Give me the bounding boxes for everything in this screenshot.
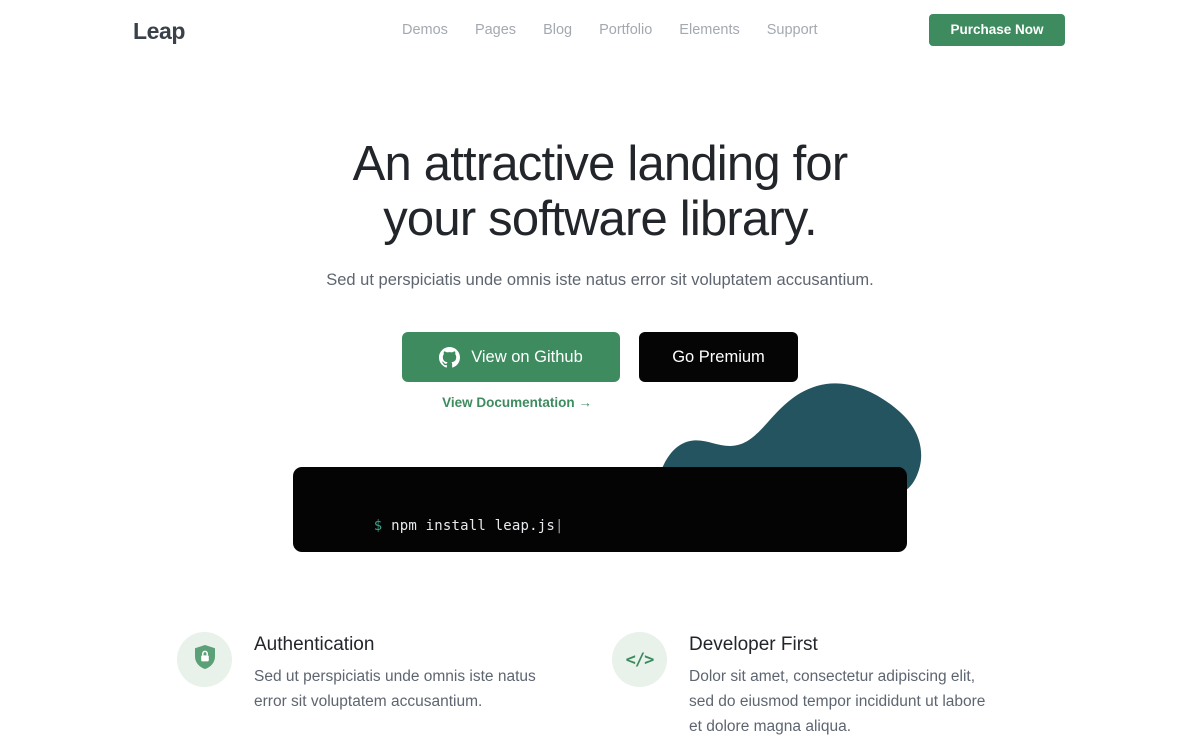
nav-item-pages[interactable]: Pages — [475, 21, 516, 39]
feature-title: Developer First — [689, 634, 818, 655]
feature-icon-circle: </> — [612, 632, 667, 687]
nav-item-portfolio[interactable]: Portfolio — [599, 21, 652, 39]
nav-item-elements[interactable]: Elements — [679, 21, 739, 39]
headline-line-1: An attractive landing for — [352, 137, 849, 191]
code-brackets-icon: </> — [625, 649, 655, 670]
terminal-code-block: $ npm install leap.js| — [293, 467, 907, 552]
terminal-command-text: npm install leap.js — [391, 518, 556, 534]
main-navigation: Demos Pages Blog Portfolio Elements Supp… — [402, 21, 818, 39]
cta-button-row: View on Github Go Premium — [0, 332, 1200, 382]
landing-page: Leap Demos Pages Blog Portfolio Elements… — [0, 0, 1200, 750]
shield-lock-icon — [193, 644, 217, 675]
site-logo[interactable]: Leap — [133, 17, 185, 45]
hero-subtitle: Sed ut perspiciatis unde omnis iste natu… — [326, 271, 874, 289]
terminal-cursor: | — [555, 518, 564, 534]
view-on-github-button[interactable]: View on Github — [402, 332, 620, 382]
feature-text-block: Developer First Dolor sit amet, consecte… — [689, 632, 1001, 739]
feature-description: Dolor sit amet, consectetur adipiscing e… — [689, 668, 986, 735]
site-header: Leap Demos Pages Blog Portfolio Elements… — [0, 0, 1200, 60]
nav-item-support[interactable]: Support — [767, 21, 818, 39]
feature-list: Authentication Sed ut perspiciatis unde … — [177, 632, 1047, 739]
feature-item-developer-first: </> Developer First Dolor sit amet, cons… — [612, 632, 1001, 739]
feature-text-block: Authentication Sed ut perspiciatis unde … — [254, 632, 564, 739]
headline-line-2: your software library. — [383, 192, 817, 246]
feature-item-authentication: Authentication Sed ut perspiciatis unde … — [177, 632, 612, 739]
nav-item-demos[interactable]: Demos — [402, 21, 448, 39]
view-on-github-label: View on Github — [471, 347, 583, 366]
terminal-command-line: $ npm install leap.js| — [322, 502, 564, 550]
feature-icon-circle — [177, 632, 232, 687]
feature-description: Sed ut perspiciatis unde omnis iste natu… — [254, 668, 536, 710]
purchase-now-button[interactable]: Purchase Now — [929, 14, 1065, 46]
github-icon — [439, 346, 461, 368]
nav-item-blog[interactable]: Blog — [543, 21, 572, 39]
feature-title: Authentication — [254, 634, 375, 655]
page-title: An attractive landing for your software … — [0, 137, 1200, 247]
